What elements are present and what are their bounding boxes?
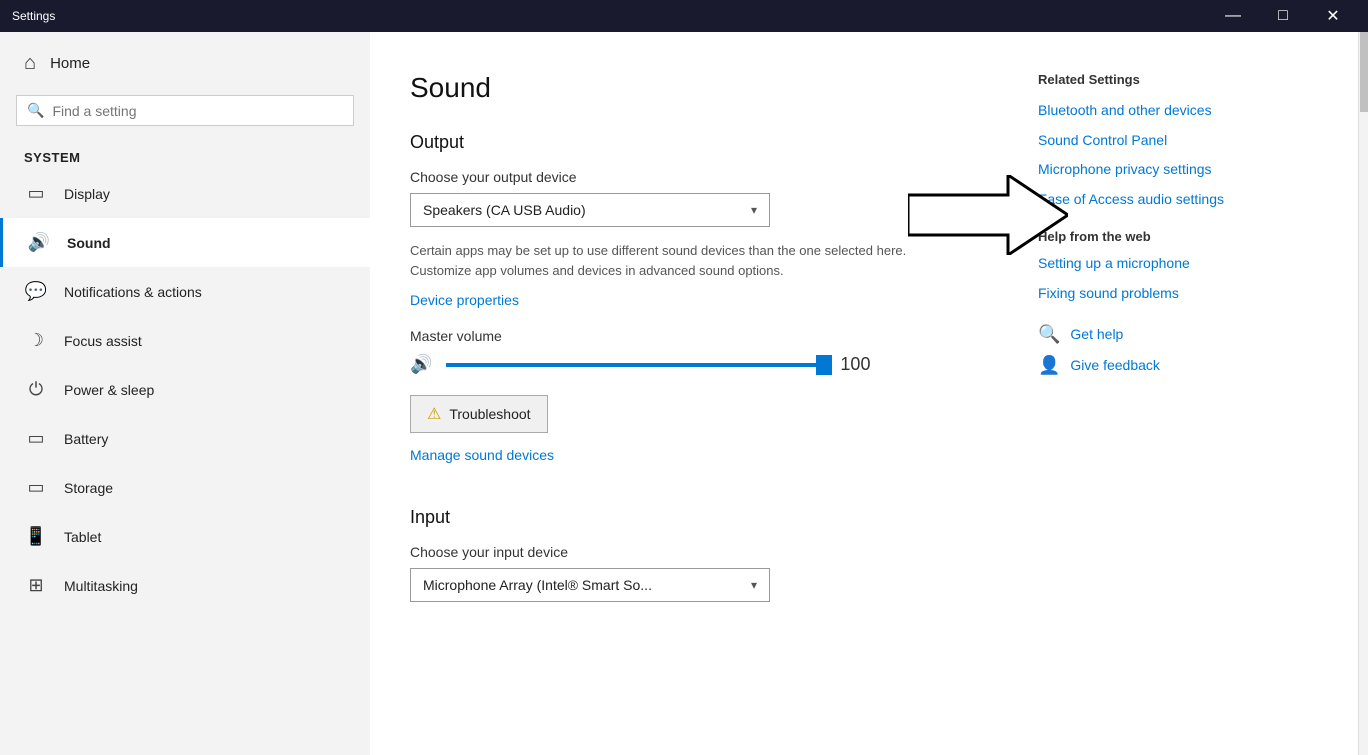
sidebar-item-focus[interactable]: ☽ Focus assist	[0, 316, 370, 365]
main-content: Sound Output Choose your output device S…	[370, 32, 1038, 755]
output-hint-text: Certain apps may be set up to use differ…	[410, 241, 930, 280]
sidebar-item-label: Multitasking	[64, 578, 138, 594]
get-help-icon: 🔍	[1038, 324, 1060, 345]
input-device-select[interactable]: Microphone Array (Intel® Smart So... ▾	[410, 568, 770, 602]
home-label: Home	[50, 55, 90, 72]
maximize-button[interactable]: □	[1260, 0, 1306, 32]
output-device-label: Choose your output device	[410, 169, 998, 185]
sidebar-item-power[interactable]: ⏻ Power & sleep	[0, 365, 370, 414]
sidebar-item-label: Notifications & actions	[64, 284, 202, 300]
get-help-link[interactable]: Get help	[1070, 326, 1123, 342]
get-help-item[interactable]: 🔍 Get help	[1038, 324, 1334, 345]
scrollbar-track[interactable]	[1358, 32, 1368, 755]
feedback-icon: 👤	[1038, 355, 1060, 376]
storage-icon: ▭	[24, 477, 48, 498]
title-bar: Settings — □ ✕	[0, 0, 1368, 32]
sidebar: ⌂ Home 🔍 System ▭ Display 🔊 Sound 💬 Noti…	[0, 32, 370, 755]
search-icon: 🔍	[27, 102, 44, 119]
volume-row: 🔊 100	[410, 354, 998, 375]
input-section-title: Input	[410, 507, 998, 528]
slider-fill	[446, 363, 826, 367]
volume-icon: 🔊	[410, 354, 432, 375]
volume-section: Master volume 🔊 100	[410, 328, 998, 375]
sidebar-item-multitasking[interactable]: ⊞ Multitasking	[0, 561, 370, 610]
notifications-icon: 💬	[24, 281, 48, 302]
slider-thumb[interactable]	[816, 355, 832, 375]
sidebar-item-battery[interactable]: ▭ Battery	[0, 414, 370, 463]
chevron-down-icon: ▾	[751, 578, 757, 592]
app-title: Settings	[12, 9, 55, 23]
troubleshoot-label: Troubleshoot	[449, 406, 530, 422]
sidebar-item-label: Storage	[64, 480, 113, 496]
help-from-web-title: Help from the web	[1038, 229, 1334, 244]
sidebar-item-tablet[interactable]: 📱 Tablet	[0, 512, 370, 561]
sidebar-item-storage[interactable]: ▭ Storage	[0, 463, 370, 512]
device-properties-link[interactable]: Device properties	[410, 292, 519, 308]
output-device-value: Speakers (CA USB Audio)	[423, 202, 586, 218]
microphone-privacy-link[interactable]: Microphone privacy settings	[1038, 160, 1334, 180]
sidebar-item-label: Focus assist	[64, 333, 142, 349]
output-section-title: Output	[410, 132, 998, 153]
volume-slider[interactable]	[446, 363, 826, 367]
page-title: Sound	[410, 72, 998, 104]
sidebar-item-sound[interactable]: 🔊 Sound	[0, 218, 370, 267]
fixing-sound-link[interactable]: Fixing sound problems	[1038, 284, 1334, 304]
warning-icon: ⚠	[427, 404, 441, 424]
input-section: Input Choose your input device Microphon…	[410, 507, 998, 602]
volume-value: 100	[840, 354, 880, 375]
volume-label: Master volume	[410, 328, 998, 344]
focus-icon: ☽	[24, 330, 48, 351]
sidebar-item-label: Tablet	[64, 529, 101, 545]
sidebar-item-label: Power & sleep	[64, 382, 154, 398]
sidebar-section-label: System	[0, 142, 370, 169]
scrollbar-thumb[interactable]	[1360, 32, 1368, 112]
sidebar-item-notifications[interactable]: 💬 Notifications & actions	[0, 267, 370, 316]
home-nav-item[interactable]: ⌂ Home	[0, 32, 370, 95]
setup-microphone-link[interactable]: Setting up a microphone	[1038, 254, 1334, 274]
home-icon: ⌂	[24, 52, 36, 75]
input-device-value: Microphone Array (Intel® Smart So...	[423, 577, 652, 593]
sidebar-item-label: Battery	[64, 431, 108, 447]
output-device-select[interactable]: Speakers (CA USB Audio) ▾	[410, 193, 770, 227]
related-settings-title: Related Settings	[1038, 72, 1334, 87]
chevron-down-icon: ▾	[751, 203, 757, 217]
search-box[interactable]: 🔍	[16, 95, 354, 126]
troubleshoot-button[interactable]: ⚠ Troubleshoot	[410, 395, 548, 433]
give-feedback-link[interactable]: Give feedback	[1070, 357, 1160, 373]
power-icon: ⏻	[24, 379, 48, 400]
sound-control-panel-link[interactable]: Sound Control Panel	[1038, 131, 1334, 151]
minimize-button[interactable]: —	[1210, 0, 1256, 32]
manage-sound-devices-link[interactable]: Manage sound devices	[410, 447, 554, 463]
ease-of-access-link[interactable]: Ease of Access audio settings	[1038, 190, 1334, 210]
battery-icon: ▭	[24, 428, 48, 449]
related-settings-panel: Related Settings Bluetooth and other dev…	[1038, 32, 1358, 755]
window-controls: — □ ✕	[1210, 0, 1356, 32]
sound-icon: 🔊	[27, 232, 51, 253]
tablet-icon: 📱	[24, 526, 48, 547]
sidebar-item-label: Sound	[67, 235, 111, 251]
display-icon: ▭	[24, 183, 48, 204]
give-feedback-item[interactable]: 👤 Give feedback	[1038, 355, 1334, 376]
search-input[interactable]	[52, 103, 343, 119]
close-button[interactable]: ✕	[1310, 0, 1356, 32]
sidebar-item-label: Display	[64, 186, 110, 202]
multitasking-icon: ⊞	[24, 575, 48, 596]
sidebar-item-display[interactable]: ▭ Display	[0, 169, 370, 218]
bluetooth-link[interactable]: Bluetooth and other devices	[1038, 101, 1334, 121]
app-body: ⌂ Home 🔍 System ▭ Display 🔊 Sound 💬 Noti…	[0, 32, 1368, 755]
input-device-label: Choose your input device	[410, 544, 998, 560]
